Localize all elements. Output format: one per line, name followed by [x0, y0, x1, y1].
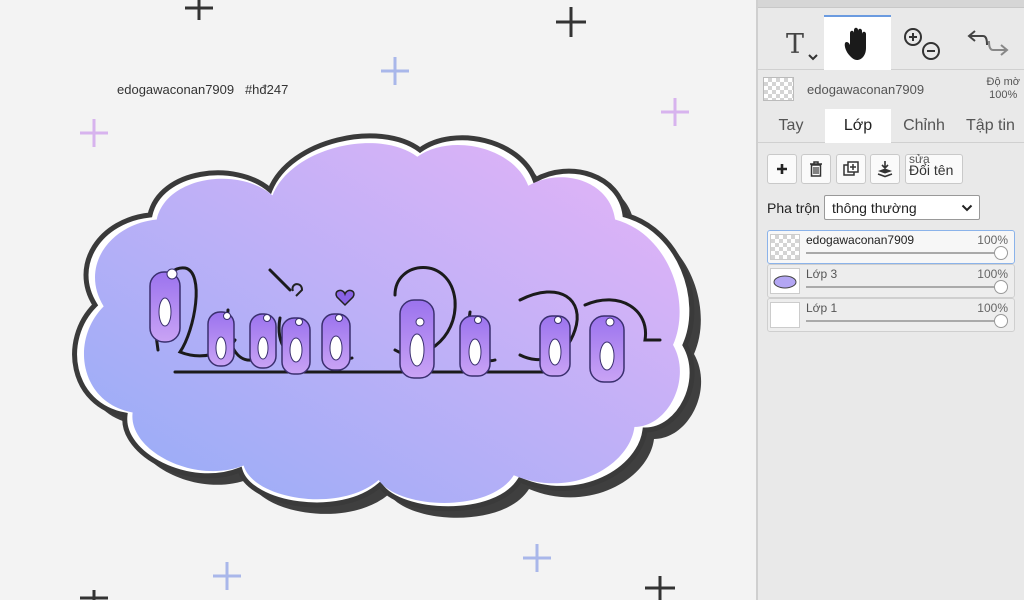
- undo-redo-icon: [967, 29, 1009, 56]
- plus-dark-1: [185, 0, 213, 20]
- plus-icon: [777, 164, 787, 174]
- add-layer-button[interactable]: [767, 154, 797, 184]
- side-panel: T edogawaconan7909 Độ mờ 100% Tay Lớp Ch…: [758, 0, 1024, 600]
- opacity-value: 100%: [989, 89, 1018, 101]
- tab-layer[interactable]: Lớp: [825, 109, 891, 143]
- layer-row[interactable]: edogawaconan7909 100%: [767, 230, 1015, 264]
- layer-opacity: 100%: [977, 233, 1008, 247]
- undo-redo-button[interactable]: [958, 15, 1018, 70]
- layer-name: Lớp 3: [806, 267, 838, 281]
- opacity-label: Độ mờ: [986, 76, 1021, 88]
- opacity-slider-handle[interactable]: [994, 246, 1008, 260]
- opacity-slider-track[interactable]: [806, 320, 1002, 322]
- layer-name: edogawaconan7909: [806, 233, 915, 247]
- layer-row[interactable]: Lớp 3 100%: [767, 264, 1015, 298]
- zoom-in-out-icon: [904, 27, 940, 60]
- drawing-canvas[interactable]: edogawaconan7909 #hđ247: [0, 0, 756, 600]
- rename-label: Đổi tên: [909, 162, 954, 178]
- tab-hand[interactable]: Tay: [758, 109, 824, 143]
- hand-icon: [844, 27, 866, 60]
- merge-down-button[interactable]: [870, 154, 900, 184]
- layer-thumbnail: [770, 268, 800, 294]
- plus-blue-2: [523, 544, 551, 572]
- opacity-slider-track[interactable]: [806, 286, 1002, 288]
- layer-name: Lớp 1: [806, 301, 838, 315]
- panel-tabs: Tay Lớp Chỉnh Tập tin: [758, 109, 1024, 143]
- opacity-slider-handle[interactable]: [994, 280, 1008, 294]
- merge-down-icon: [877, 161, 893, 178]
- rename-layer-button[interactable]: sửa Đổi tên: [905, 152, 963, 184]
- watermark-text: edogawaconan7909 #hđ247: [117, 82, 289, 97]
- panel-top-bar: [758, 0, 1024, 8]
- blend-mode-label: Pha trộn: [767, 199, 820, 216]
- artwork: [0, 0, 702, 600]
- opacity-indicator[interactable]: Độ mờ 100%: [987, 76, 1021, 102]
- plus-pink-1: [80, 119, 108, 147]
- opacity-slider-handle[interactable]: [994, 314, 1008, 328]
- plus-pink-2: [661, 98, 689, 126]
- plus-dark-4: [80, 590, 108, 600]
- hand-tool-button[interactable]: [824, 15, 891, 70]
- delete-layer-button[interactable]: [801, 154, 831, 184]
- blend-mode-select[interactable]: thông thường: [823, 195, 980, 220]
- duplicate-icon: [843, 161, 859, 176]
- text-T-icon: T: [776, 23, 818, 63]
- opacity-slider-track[interactable]: [806, 252, 1002, 254]
- layer-row[interactable]: Lớp 1 100%: [767, 298, 1015, 332]
- tab-file[interactable]: Tập tin: [957, 109, 1024, 143]
- zoom-tool-button[interactable]: [891, 15, 951, 70]
- text-tool-glyph: T: [786, 28, 805, 60]
- plus-dark-3: [645, 576, 675, 600]
- duplicate-layer-button[interactable]: [836, 154, 866, 184]
- chevron-down-icon: [961, 204, 973, 212]
- layer-opacity: 100%: [977, 301, 1008, 315]
- layer-opacity: 100%: [977, 267, 1008, 281]
- current-layer-thumbnail: [763, 77, 794, 101]
- plus-dark-2: [556, 7, 586, 37]
- app-window: edogawaconan7909 #hđ247 T edogawaconan79…: [0, 0, 1024, 600]
- current-layer-info: edogawaconan7909 Độ mờ 100%: [758, 71, 1024, 109]
- plus-blue-1: [381, 57, 409, 85]
- blend-mode-row: Pha trộn thông thường: [767, 195, 980, 220]
- trash-icon: [810, 161, 822, 177]
- tab-adjust[interactable]: Chỉnh: [891, 109, 957, 143]
- plus-blue-3: [213, 562, 241, 590]
- layer-thumbnail: [770, 302, 800, 328]
- current-layer-name: edogawaconan7909: [807, 82, 925, 97]
- toolbar: T: [758, 15, 1024, 70]
- layer-thumbnail: [770, 234, 800, 260]
- blend-mode-value: thông thường: [831, 200, 917, 216]
- text-tool-button[interactable]: T: [768, 15, 824, 70]
